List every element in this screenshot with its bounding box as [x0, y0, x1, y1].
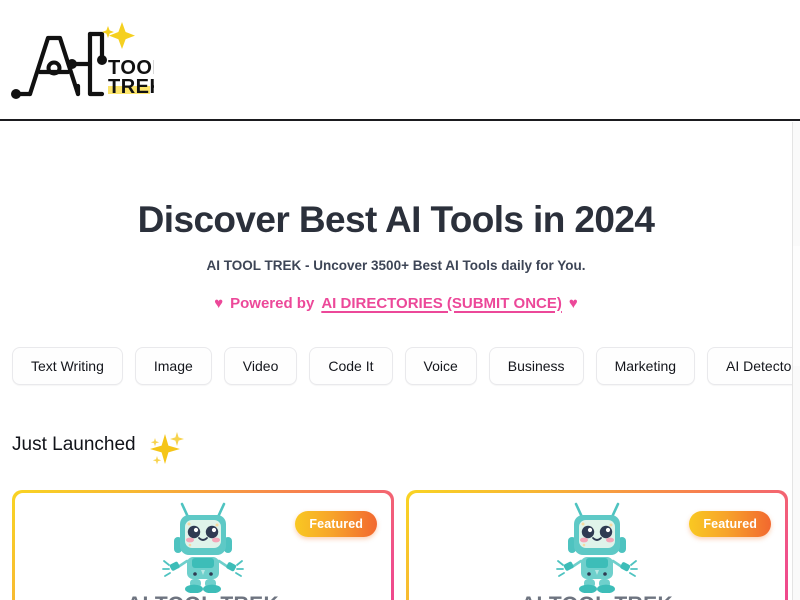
logo-node-mid — [67, 59, 77, 69]
tool-card-title: AI TOOL TREK — [409, 593, 785, 600]
category-pill-voice[interactable]: Voice — [404, 347, 477, 385]
ai-tool-trek-logo[interactable]: TOOL TREK — [4, 12, 165, 102]
tool-card-title: AI TOOL TREK — [15, 593, 391, 600]
page-root: TOOL TREK Discover Best AI Tools in 2024… — [0, 0, 800, 600]
powered-by-row: ♥ Powered by AI DIRECTORIES (SUBMIT ONCE… — [0, 295, 792, 312]
logo-word-bottom: TREK — [108, 76, 154, 98]
robot-mascot-icon — [556, 502, 638, 593]
logo-node-left — [11, 89, 21, 99]
logo-node-top — [97, 55, 107, 65]
category-pill-video[interactable]: Video — [223, 347, 298, 385]
hero-section: Discover Best AI Tools in 2024 AI TOOL T… — [0, 120, 792, 312]
powered-by-label: Powered by — [230, 294, 315, 312]
tool-card-logo — [15, 501, 391, 593]
category-pill-marketing[interactable]: Marketing — [595, 347, 696, 385]
category-pill-code-it[interactable]: Code It — [309, 347, 393, 385]
category-pill-ai-detector[interactable]: AI Detector — [707, 347, 800, 385]
tool-card-body: Featured AI — [409, 493, 785, 600]
tool-card-logo — [409, 501, 785, 593]
logo-node-center — [46, 60, 62, 76]
site-header: TOOL TREK — [0, 0, 800, 121]
page-scrollbar-track[interactable] — [792, 122, 800, 600]
hero-subtitle: AI TOOL TREK - Uncover 3500+ Best AI Too… — [206, 257, 586, 273]
category-pill-business[interactable]: Business — [488, 347, 584, 385]
tool-card[interactable]: Featured AI — [12, 490, 394, 600]
tool-card-body: Featured AI — [15, 493, 391, 600]
heart-icon-left: ♥ — [214, 294, 224, 312]
robot-mascot-icon — [162, 502, 244, 593]
ai-directories-link[interactable]: AI DIRECTORIES (SUBMIT ONCE) — [321, 295, 562, 312]
just-launched-heading: Just Launched — [12, 418, 188, 472]
tool-card-list: Featured AI — [12, 490, 788, 600]
category-pill-text-writing[interactable]: Text Writing — [12, 347, 123, 385]
category-pill-image[interactable]: Image — [134, 347, 212, 385]
logo-svg: TOOL TREK — [11, 22, 165, 99]
sparkles-icon — [149, 432, 184, 465]
category-pill-list: Text Writing Image Video Code It Voice Busine… — [12, 347, 800, 385]
page-scrollbar-thumb[interactable] — [793, 246, 800, 366]
tool-card[interactable]: Featured AI — [406, 490, 788, 600]
logo-sparkle-icon — [102, 22, 135, 49]
heart-icon-right: ♥ — [568, 294, 578, 312]
section-title: Just Launched — [12, 434, 136, 455]
page-title: Discover Best AI Tools in 2024 — [137, 199, 655, 240]
